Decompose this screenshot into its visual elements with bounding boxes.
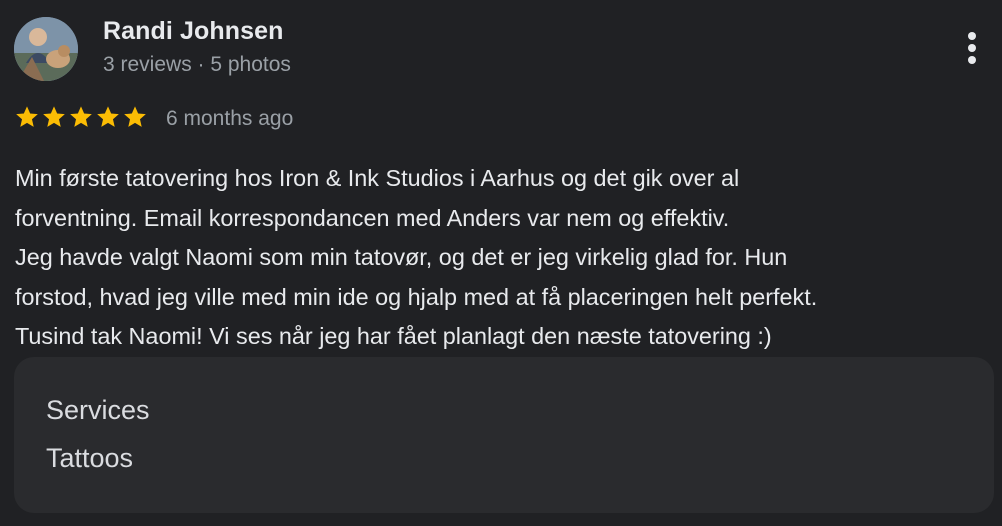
- more-vert-icon-dot: [968, 44, 976, 52]
- review-text-line: forventning. Email korrespondancen med A…: [15, 204, 730, 231]
- more-options-button[interactable]: [957, 28, 987, 68]
- star-icon: [124, 106, 146, 127]
- review-text-line: Tusind tak Naomi! Vi ses når jeg har fåe…: [15, 323, 772, 349]
- avatar[interactable]: [14, 17, 78, 81]
- avatar-photo-icon: [14, 17, 78, 81]
- reviewer-meta[interactable]: 3 reviews · 5 photos: [103, 53, 291, 77]
- review-card: Randi Johnsen 3 reviews · 5 photos 6 mon…: [0, 0, 1002, 526]
- services-value: Tattoos: [46, 443, 134, 473]
- services-title: Services: [46, 395, 150, 425]
- review-text: Min første tatovering hos Iron & Ink Stu…: [15, 159, 990, 357]
- more-vert-icon-dot: [968, 56, 976, 64]
- review-text-line: Jeg havde valgt Naomi som min tatovør, o…: [15, 244, 788, 270]
- services-section: Services Tattoos: [14, 357, 994, 513]
- star-icon: [43, 106, 65, 127]
- star-rating: [14, 104, 148, 130]
- star-icon: [70, 106, 92, 127]
- more-vert-icon: [968, 32, 976, 40]
- star-icon: [16, 106, 38, 127]
- review-time: 6 months ago: [166, 107, 294, 130]
- review-text-line: Min første tatovering hos Iron & Ink Stu…: [15, 165, 740, 191]
- star-icon: [97, 106, 119, 127]
- reviewer-name[interactable]: Randi Johnsen: [103, 17, 284, 46]
- review-text-line: forstod, hvad jeg ville med min ide og h…: [15, 283, 818, 310]
